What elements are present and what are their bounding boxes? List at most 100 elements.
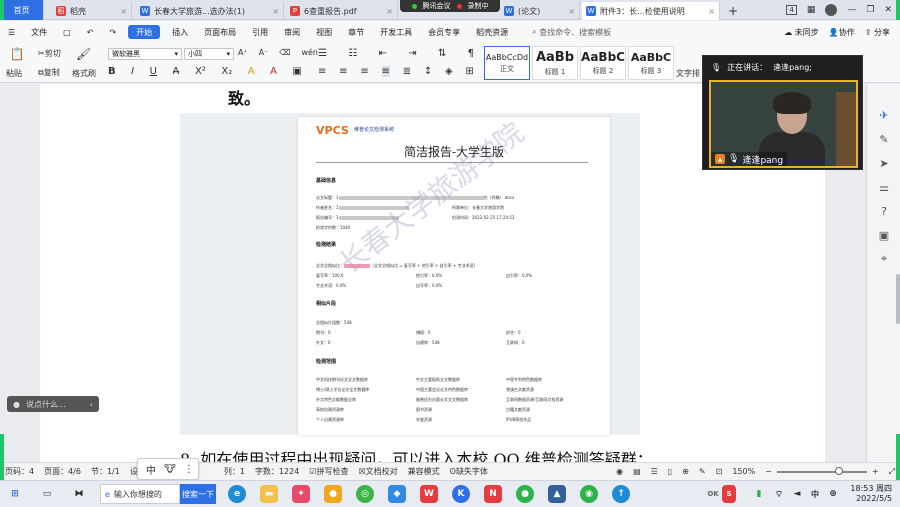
strikethrough-icon[interactable]: A̶ — [173, 66, 180, 77]
share-button[interactable]: ⇪ 分享 — [865, 27, 890, 38]
copy-button[interactable]: ⧉ 复制 — [38, 67, 60, 78]
minimize-icon[interactable]: — — [847, 5, 856, 15]
tab-member[interactable]: 会员专享 — [420, 21, 468, 43]
ime-toolbar[interactable]: 中 🐮 ⋮ — [137, 458, 199, 480]
redo-icon[interactable]: ↷ — [101, 21, 124, 43]
edge-icon[interactable]: e — [228, 485, 246, 503]
align-center-icon[interactable]: ≡ — [339, 66, 347, 77]
collab-button[interactable]: 👤协作 — [829, 27, 855, 38]
collapse-icon[interactable]: ‹ — [90, 400, 99, 409]
taskbar-search-button[interactable]: 搜索一下 — [180, 484, 216, 504]
app-icon[interactable]: ✦ — [292, 485, 310, 503]
close-icon[interactable]: × — [704, 7, 715, 16]
tab-view[interactable]: 视图 — [308, 21, 340, 43]
tab-start[interactable]: 开始 — [128, 25, 161, 39]
tab-docer[interactable]: 稻稻壳 × — [52, 2, 132, 20]
browser-k-icon[interactable]: K — [452, 485, 470, 503]
close-icon[interactable]: × — [564, 7, 575, 16]
tab-docer-resource[interactable]: 稻壳资源 — [468, 21, 516, 43]
tab-review[interactable]: 审阅 — [276, 21, 308, 43]
app-icon[interactable]: ● — [324, 485, 342, 503]
zoom-in-icon[interactable]: + — [867, 467, 884, 476]
butterfly-icon[interactable]: ⧓ — [70, 485, 88, 503]
paste-button[interactable]: 粘贴 — [6, 68, 22, 79]
web-view-icon[interactable]: ⊕ — [677, 467, 694, 476]
char-border-icon[interactable]: ▣ — [293, 66, 302, 77]
eye-icon[interactable]: ◉ — [611, 467, 628, 476]
page-count[interactable]: 页面：4/6 — [39, 466, 86, 477]
sync-button[interactable]: ☁ 未同步 — [784, 27, 819, 38]
align-left-icon[interactable]: ≡ — [318, 66, 326, 77]
menu-file[interactable]: 文件 — [23, 21, 55, 43]
style-normal[interactable]: AaBbCcDd 正文 — [484, 46, 530, 80]
task-view-icon[interactable]: ▭ — [38, 485, 56, 503]
chat-widget[interactable]: ● 说点什么... ‹ — [7, 396, 99, 412]
ime-skin-icon[interactable]: 🐮 — [164, 464, 176, 475]
chrome-icon[interactable]: ◎ — [356, 485, 374, 503]
tray-ok-icon[interactable]: OK — [706, 485, 720, 503]
meeting-indicator[interactable]: 腾讯会议 录制中 — [400, 0, 500, 12]
app-icon[interactable]: ↑ — [612, 485, 630, 503]
command-search[interactable]: ⌕ 查找命令、搜索模板 — [524, 21, 619, 43]
folder-icon[interactable]: ▬ — [260, 485, 278, 503]
subscript-icon[interactable]: X₂ — [221, 66, 232, 77]
windows-start-icon[interactable]: ⊞ — [6, 485, 24, 503]
superscript-icon[interactable]: X² — [195, 66, 206, 77]
brush-icon[interactable]: 🖌 — [76, 47, 91, 61]
outdent-icon[interactable]: ⇤ — [379, 48, 387, 59]
compat-mode[interactable]: 兼容模式 — [403, 466, 445, 477]
style-heading-2[interactable]: AaBbC 标题 2 — [580, 46, 626, 80]
spell-check[interactable]: ☑拼写检查 — [304, 466, 353, 477]
taskbar-search-input[interactable]: e 输入你想搜的 — [100, 484, 180, 504]
wps-icon[interactable]: W — [420, 485, 438, 503]
meeting-app-icon[interactable]: ◆ — [388, 485, 406, 503]
ime-menu-icon[interactable]: ⋮ — [184, 464, 194, 475]
scrollbar-thumb[interactable] — [896, 274, 900, 324]
highlight-icon[interactable]: A — [248, 66, 255, 77]
tab-count-badge[interactable]: 4 — [786, 5, 797, 15]
tab-home[interactable]: 首页 — [0, 0, 44, 20]
wechat-icon[interactable]: ● — [516, 485, 534, 503]
border-icon[interactable]: ⊞ — [466, 66, 474, 77]
school-icon[interactable]: ▲ — [548, 485, 566, 503]
section-indicator[interactable]: 节：1/1 — [86, 466, 125, 477]
tab-pdf[interactable]: P 6查重报告.pdf × — [286, 2, 398, 20]
style-heading-3[interactable]: AaBbC 标题 3 — [628, 46, 674, 80]
numbered-list-icon[interactable]: ☷ — [348, 48, 357, 59]
tab-layout[interactable]: 页面布局 — [196, 21, 244, 43]
settings-sliders-icon[interactable]: ⚌ — [877, 180, 891, 194]
close-icon[interactable]: × — [116, 7, 127, 16]
clear-format-icon[interactable]: ⌫ — [279, 48, 290, 57]
restore-icon[interactable]: ❐ — [866, 5, 874, 15]
undo-icon[interactable]: ↶ — [79, 21, 102, 43]
ime-mode[interactable]: 中 — [146, 462, 156, 477]
shading-icon[interactable]: ◈ — [445, 66, 453, 77]
outline-view-icon[interactable]: ☰ — [646, 467, 663, 476]
location-icon[interactable]: ⌖ — [877, 252, 891, 266]
format-painter-button[interactable]: 格式刷 — [72, 68, 96, 79]
grid-icon[interactable]: ▦ — [807, 5, 816, 15]
distribute-icon[interactable]: ≣ — [403, 66, 411, 77]
battery-icon[interactable]: ▮ — [752, 485, 766, 503]
wifi-icon[interactable]: ⌔ — [772, 485, 786, 503]
tab-developer[interactable]: 开发工具 — [372, 21, 420, 43]
show-marks-icon[interactable]: ¶ — [468, 48, 474, 59]
rocket-icon[interactable]: ✈ — [877, 108, 891, 122]
grow-font-icon[interactable]: A⁺ — [238, 48, 248, 57]
cut-button[interactable]: ✂ 剪切 — [38, 48, 61, 59]
zoom-slider[interactable] — [776, 466, 867, 475]
tab-insert[interactable]: 插入 — [164, 21, 196, 43]
zoom-out-icon[interactable]: − — [760, 467, 777, 476]
font-size-select[interactable]: 小四 ▾ — [184, 48, 234, 60]
proofread[interactable]: ☒文档校对 — [353, 466, 402, 477]
tray-app-icon[interactable]: S — [722, 485, 736, 503]
new-tab-button[interactable]: + — [724, 2, 744, 20]
cursor-icon[interactable]: ➤ — [877, 156, 891, 170]
align-right-icon[interactable]: ≡ — [360, 66, 368, 77]
menu-icon[interactable]: ☰ — [0, 21, 23, 43]
image-icon[interactable]: ▣ — [877, 228, 891, 242]
page-number[interactable]: 页码：4 — [0, 466, 39, 477]
paste-icon[interactable]: 📋 — [10, 46, 25, 62]
volume-icon[interactable]: ◄ — [790, 485, 804, 503]
clock[interactable]: 18:53 周四 2022/5/5 — [850, 484, 892, 504]
